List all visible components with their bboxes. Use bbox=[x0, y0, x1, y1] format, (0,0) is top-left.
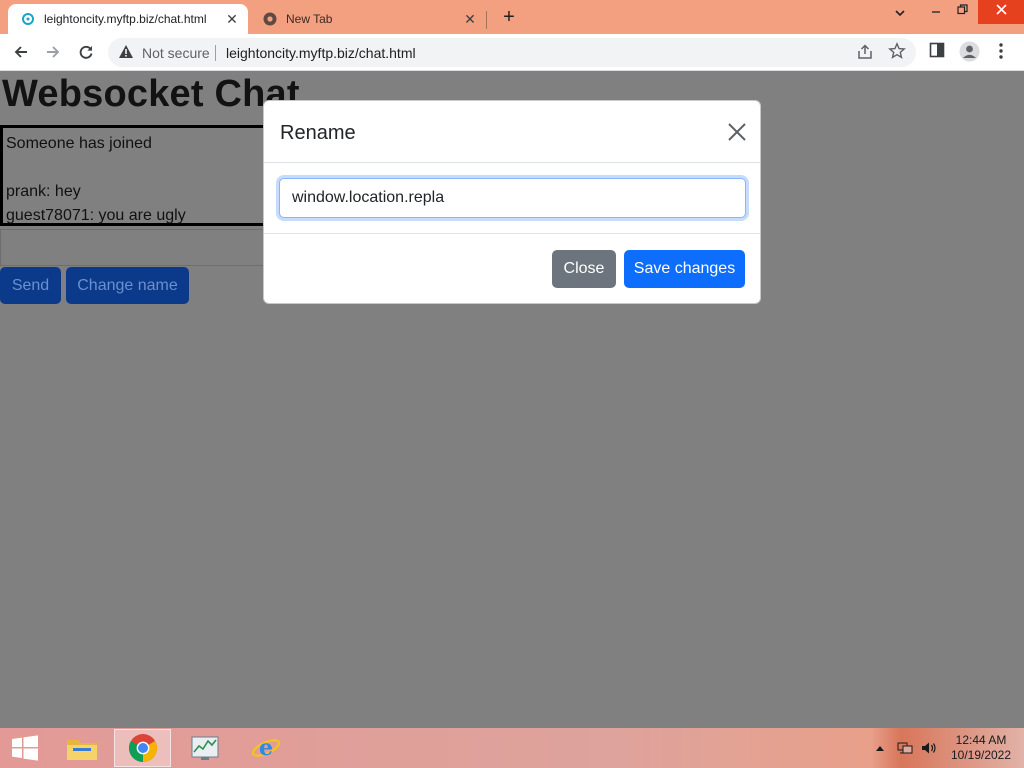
restore-button[interactable] bbox=[944, 0, 980, 24]
rename-dialog: Rename Close Save changes bbox=[263, 100, 761, 304]
svg-text:e: e bbox=[259, 735, 273, 761]
forward-arrow-icon bbox=[47, 46, 60, 58]
chat-message bbox=[6, 156, 294, 180]
new-name-input[interactable] bbox=[279, 178, 746, 218]
send-button[interactable]: Send bbox=[0, 267, 61, 304]
warning-icon[interactable] bbox=[118, 44, 134, 64]
taskbar-clock[interactable]: 12:44 AM 10/19/2022 bbox=[944, 733, 1018, 763]
chrome-favicon-icon bbox=[262, 11, 278, 27]
new-tab-button[interactable]: + bbox=[498, 6, 520, 28]
chat-message: guest78071: you are ugly bbox=[6, 207, 186, 224]
more-menu-icon[interactable] bbox=[998, 42, 1004, 65]
save-changes-button[interactable]: Save changes bbox=[624, 250, 745, 288]
tab-search-icon[interactable] bbox=[882, 4, 918, 28]
close-button[interactable]: Close bbox=[552, 250, 616, 288]
security-label[interactable]: Not secure bbox=[142, 45, 210, 61]
chat-log: Someone has joined prank: hey guest78071… bbox=[0, 125, 300, 226]
chat-message: Someone has joined bbox=[6, 135, 152, 152]
internet-explorer-icon[interactable]: e bbox=[237, 729, 294, 767]
reload-button[interactable] bbox=[73, 39, 99, 65]
side-panel-icon[interactable] bbox=[929, 42, 945, 63]
page-title: Websocket Chat bbox=[2, 73, 300, 115]
profile-avatar-icon[interactable] bbox=[959, 41, 980, 67]
clock-date: 10/19/2022 bbox=[950, 748, 1012, 762]
address-bar[interactable]: Not secure leightoncity.myftp.biz/chat.h… bbox=[108, 38, 916, 67]
tab-divider bbox=[486, 11, 487, 29]
tab-title: leightoncity.myftp.biz/chat.html bbox=[44, 12, 207, 26]
url-text[interactable]: leightoncity.myftp.biz/chat.html bbox=[226, 45, 416, 61]
message-input[interactable] bbox=[0, 229, 300, 266]
network-icon[interactable] bbox=[897, 728, 913, 768]
browser-titlebar: leightoncity.myftp.biz/chat.html ✕ New T… bbox=[0, 0, 1024, 34]
tab-close-icon[interactable]: ✕ bbox=[224, 11, 240, 27]
change-name-button[interactable]: Change name bbox=[66, 267, 189, 304]
show-hidden-icons-icon[interactable] bbox=[876, 728, 884, 768]
clock-time: 12:44 AM bbox=[955, 733, 1007, 747]
chrome-taskbar-icon[interactable] bbox=[114, 729, 171, 767]
windows-logo-icon bbox=[12, 735, 38, 761]
page-favicon-icon bbox=[20, 11, 36, 27]
volume-icon[interactable] bbox=[921, 728, 937, 768]
dialog-close-icon[interactable] bbox=[727, 122, 747, 142]
dialog-title: Rename bbox=[280, 122, 356, 144]
reload-icon bbox=[79, 45, 93, 59]
file-explorer-icon[interactable] bbox=[53, 729, 110, 767]
tab-chat[interactable]: leightoncity.myftp.biz/chat.html ✕ bbox=[8, 4, 248, 34]
tab-title: New Tab bbox=[286, 12, 333, 26]
omnibox-divider bbox=[215, 45, 216, 61]
back-arrow-icon bbox=[14, 46, 27, 58]
dialog-footer: Close Save changes bbox=[264, 235, 760, 303]
share-icon[interactable] bbox=[856, 43, 874, 66]
task-manager-icon[interactable] bbox=[176, 729, 233, 767]
tab-close-icon[interactable]: ✕ bbox=[462, 11, 478, 27]
window-close-button[interactable] bbox=[978, 0, 1024, 24]
bookmark-star-icon[interactable] bbox=[888, 42, 906, 65]
dialog-body bbox=[264, 164, 760, 234]
forward-button[interactable] bbox=[40, 39, 66, 65]
chat-message: prank: hey bbox=[6, 183, 81, 200]
taskbar: e 12:44 AM 10/19/2022 bbox=[0, 728, 1024, 768]
browser-toolbar: Not secure leightoncity.myftp.biz/chat.h… bbox=[0, 34, 1024, 71]
back-button[interactable] bbox=[8, 39, 34, 65]
dialog-header: Rename bbox=[264, 101, 760, 163]
start-button[interactable] bbox=[0, 728, 50, 768]
tab-new-tab[interactable]: New Tab ✕ bbox=[250, 4, 486, 34]
